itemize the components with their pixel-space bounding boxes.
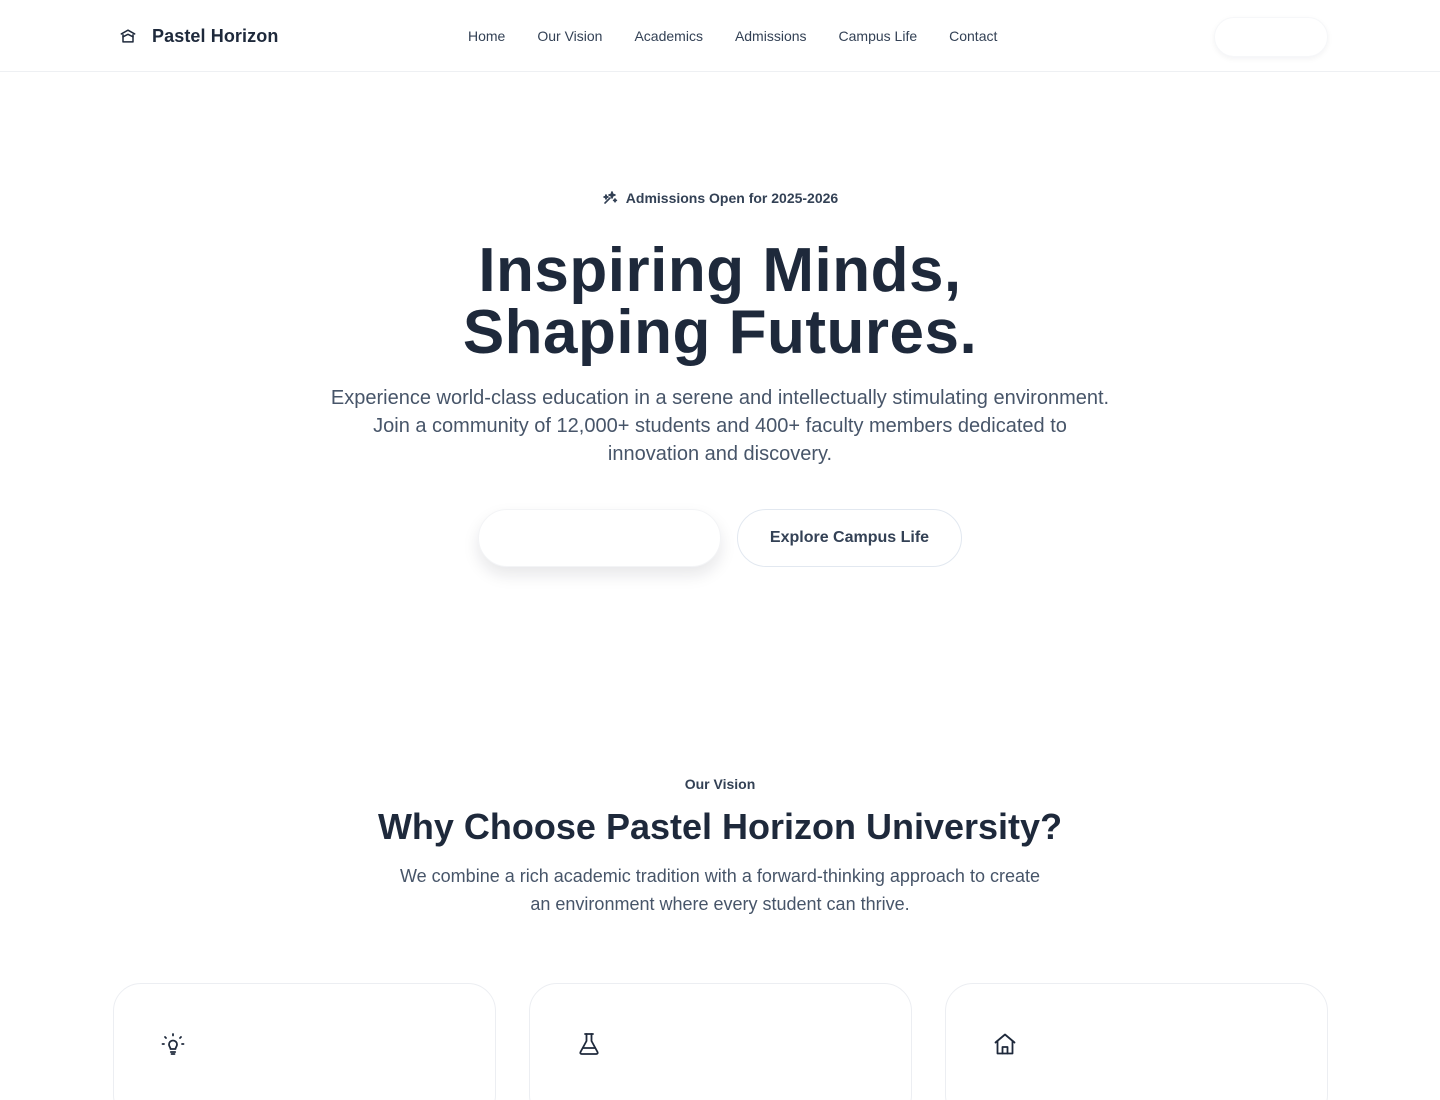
- home-icon: [994, 1033, 1016, 1055]
- graduation-cap-icon: [120, 29, 136, 43]
- section-subtitle: We combine a rich academic tradition wit…: [400, 866, 1040, 914]
- nav-admissions[interactable]: Admissions: [735, 26, 807, 46]
- nav-our-vision[interactable]: Our Vision: [537, 26, 602, 46]
- brand-logo[interactable]: Pastel Horizon: [118, 22, 278, 50]
- hero-title: Inspiring Minds, Shaping Futures.: [0, 240, 1440, 364]
- nav-contact[interactable]: Contact: [949, 26, 997, 46]
- primary-cta-button[interactable]: [478, 509, 721, 567]
- hero-title-line-1: Inspiring Minds,: [478, 236, 962, 305]
- hero-title-line-2: Shaping Futures.: [462, 298, 978, 367]
- hero-subtitle: Experience world-class education in a se…: [330, 387, 1110, 465]
- feature-card: [945, 983, 1328, 1100]
- nav-academics[interactable]: Academics: [634, 26, 702, 46]
- feature-card: [529, 983, 912, 1100]
- brand-name: Pastel Horizon: [152, 25, 279, 46]
- badge-text: Admissions Open for 2025-2026: [625, 190, 839, 206]
- section-eyebrow: Our Vision: [684, 776, 756, 792]
- nav-home[interactable]: Home: [468, 26, 505, 46]
- admissions-badge: Admissions Open for 2025-2026: [0, 190, 1440, 206]
- header-cta-button[interactable]: [1214, 17, 1328, 57]
- feature-card: [113, 983, 496, 1100]
- sparkles-icon: [602, 191, 617, 204]
- nav-campus-life[interactable]: Campus Life: [839, 26, 918, 46]
- explore-campus-life-button[interactable]: Explore Campus Life: [737, 509, 962, 567]
- site-header: Pastel Horizon Home Our Vision Academics…: [0, 0, 1440, 72]
- flask-icon: [579, 1033, 599, 1055]
- lightbulb-icon: [161, 1033, 185, 1055]
- section-title: Why Choose Pastel Horizon University?: [377, 806, 1063, 847]
- main-nav: Home Our Vision Academics Admissions Cam…: [468, 26, 997, 46]
